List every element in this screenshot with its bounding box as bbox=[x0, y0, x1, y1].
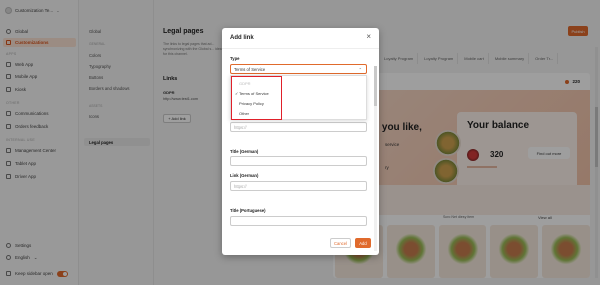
annotation-highlight-box bbox=[231, 76, 282, 120]
title-german-input[interactable] bbox=[230, 156, 367, 166]
type-select-value: Terms of Service bbox=[234, 66, 266, 72]
chevron-up-icon: ⌃ bbox=[358, 66, 362, 72]
link-german-label: Link (German) bbox=[230, 173, 259, 178]
type-label: Type bbox=[230, 56, 240, 61]
modal-divider bbox=[222, 48, 379, 49]
link-input[interactable]: https:// bbox=[230, 122, 367, 132]
modal-title: Add link bbox=[230, 35, 254, 41]
close-icon[interactable]: × bbox=[366, 33, 371, 41]
cancel-button[interactable]: Cancel bbox=[330, 238, 351, 248]
modal-scrollbar[interactable] bbox=[374, 66, 377, 251]
title-german-label: Title (German) bbox=[230, 149, 259, 154]
scrollbar-thumb[interactable] bbox=[374, 66, 377, 106]
type-select[interactable]: Terms of Service ⌃ bbox=[230, 64, 367, 74]
add-link-modal: Add link × Type Terms of Service ⌃ https… bbox=[222, 28, 379, 255]
title-portuguese-label: Title (Portuguese) bbox=[230, 208, 266, 213]
title-portuguese-input[interactable] bbox=[230, 216, 367, 226]
add-button[interactable]: Add bbox=[355, 238, 371, 248]
link-german-input[interactable]: https:// bbox=[230, 181, 367, 191]
